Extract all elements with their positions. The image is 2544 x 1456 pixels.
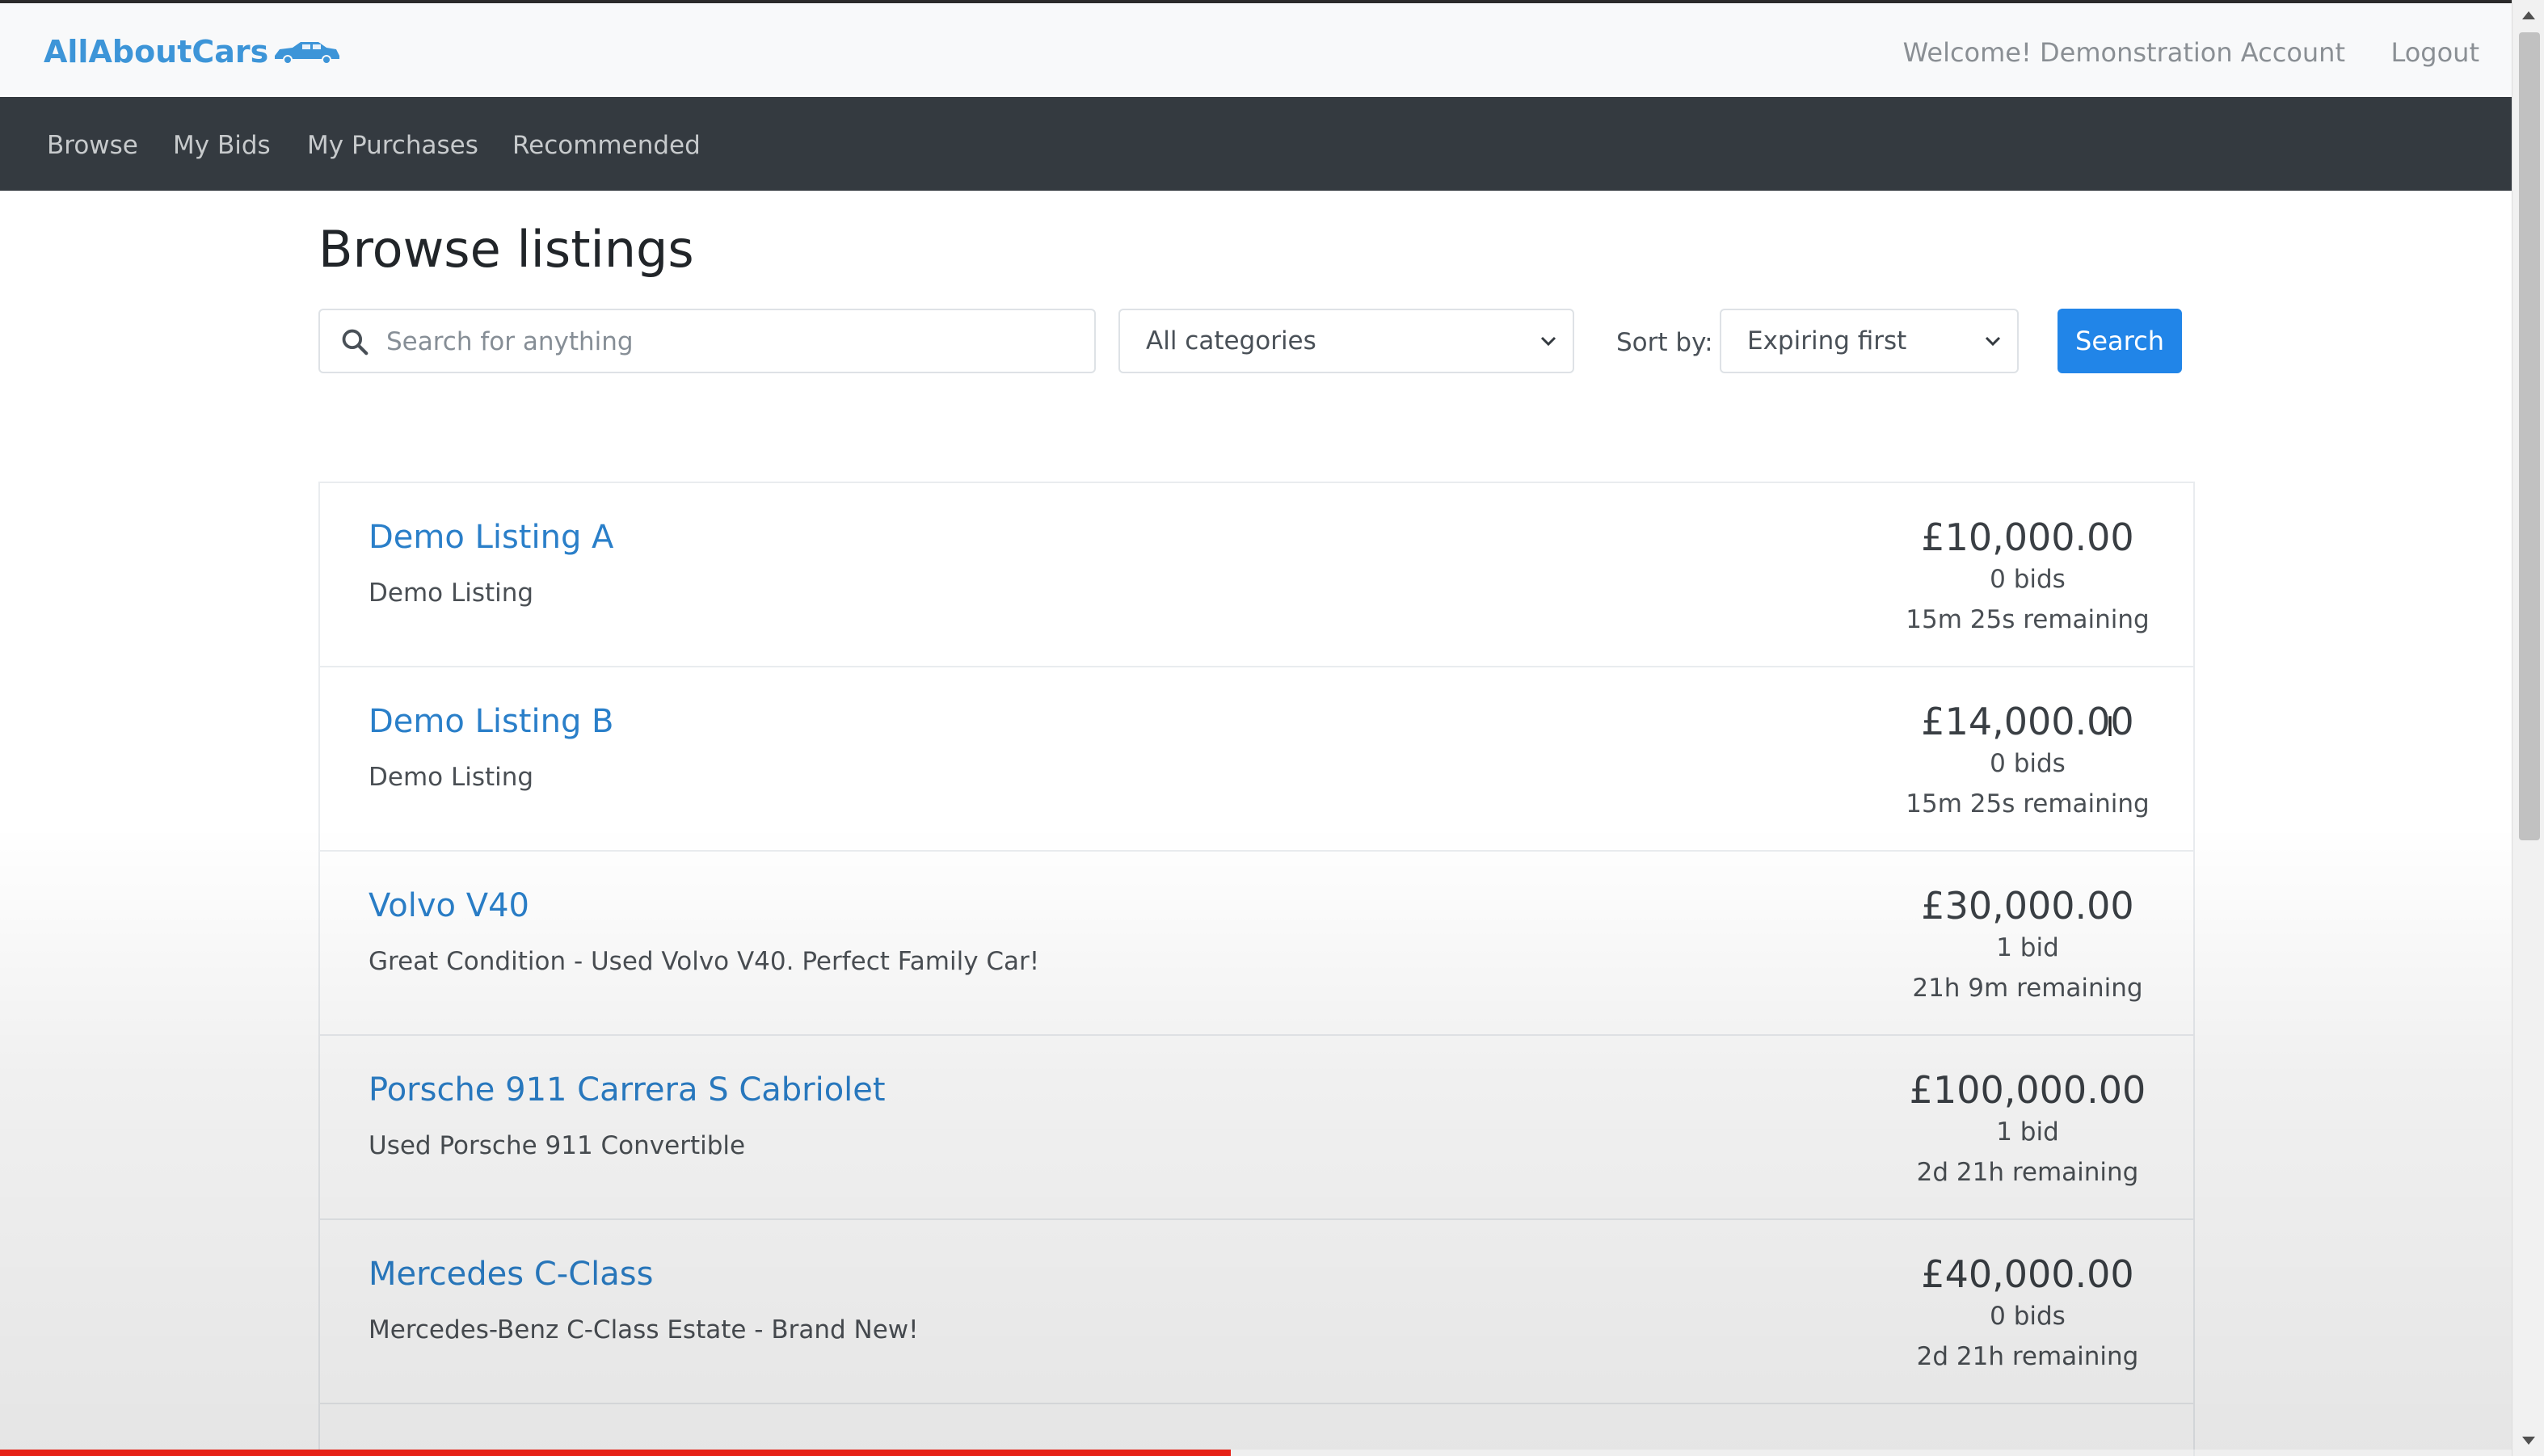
listing-bid-count: 1 bid (1996, 1117, 2059, 1147)
listing-description: Used Porsche 911 Convertible (369, 1131, 746, 1160)
search-icon (342, 329, 369, 356)
listing-summary: £14,000.00 0 bids 15m 25s remaining (1894, 700, 2161, 824)
scroll-down-arrow-icon[interactable] (2522, 1437, 2535, 1445)
search-input[interactable] (385, 310, 1083, 373)
listing-bid-count: 0 bids (1990, 749, 2066, 779)
listing-description: Great Condition - Used Volvo V40. Perfec… (369, 947, 1040, 976)
brand-logo[interactable]: AllAboutCars (44, 34, 341, 69)
listing-time-remaining: 21h 9m remaining (1912, 973, 2143, 1003)
listing-time-remaining: 15m 25s remaining (1906, 604, 2150, 634)
listing-title-link[interactable]: Mercedes C-Class (369, 1256, 653, 1293)
listing-price: £10,000.00 (1921, 515, 2134, 559)
list-item: Volvo V40 Great Condition - Used Volvo V… (318, 850, 2195, 1034)
nav-browse[interactable]: Browse (47, 131, 138, 160)
listing-summary: £30,000.00 1 bid 21h 9m remaining (1894, 884, 2161, 1008)
listing-price: £30,000.00 (1921, 884, 2134, 928)
list-item: Porsche 911 Carrera S Cabriolet Used Por… (318, 1034, 2195, 1218)
main-nav: Browse My Bids My Purchases Recommended (0, 97, 2512, 191)
listing-title-link[interactable]: Volvo V40 (369, 887, 529, 924)
search-button[interactable]: Search (2058, 309, 2182, 373)
video-progress-fill (0, 1450, 1231, 1456)
category-selected-value: All categories (1146, 326, 1316, 356)
category-select[interactable]: All categories (1118, 309, 1574, 373)
listing-price: £14,000.00 (1921, 700, 2134, 743)
top-header: AllAboutCars Welcome! Demonstration Acco… (0, 0, 2512, 95)
listing-price: £40,000.00 (1921, 1252, 2134, 1296)
browser-viewport: AllAboutCars Welcome! Demonstration Acco… (0, 0, 2512, 1456)
page: AllAboutCars Welcome! Demonstration Acco… (0, 0, 2544, 1456)
listing-description: Demo Listing (369, 763, 534, 792)
scroll-up-arrow-icon[interactable] (2522, 11, 2535, 19)
page-title: Browse listings (318, 220, 694, 279)
list-item-partial (318, 1403, 2195, 1456)
listing-summary: £100,000.00 1 bid 2d 21h remaining (1894, 1068, 2161, 1193)
chevron-down-icon (1985, 336, 2001, 347)
listing-time-remaining: 2d 21h remaining (1916, 1157, 2139, 1187)
listing-list: Demo Listing A Demo Listing £10,000.00 0… (318, 482, 2195, 1456)
text-cursor-icon: I (2106, 711, 2115, 743)
nav-recommended[interactable]: Recommended (512, 131, 701, 160)
listing-summary: £40,000.00 0 bids 2d 21h remaining (1894, 1252, 2161, 1377)
listing-description: Mercedes-Benz C-Class Estate - Brand New… (369, 1315, 919, 1344)
listing-title-link[interactable]: Demo Listing A (369, 519, 613, 556)
video-progress-bar[interactable] (0, 1450, 2512, 1456)
scrollbar-thumb[interactable] (2519, 32, 2540, 840)
welcome-message: Welcome! Demonstration Account (1902, 37, 2345, 68)
listing-time-remaining: 2d 21h remaining (1916, 1341, 2139, 1371)
sort-select[interactable]: Expiring first (1720, 309, 2019, 373)
list-item: Demo Listing B Demo Listing £14,000.00 0… (318, 666, 2195, 850)
listing-price: £100,000.00 (1909, 1068, 2146, 1112)
listing-description: Demo Listing (369, 579, 534, 608)
scrollbar[interactable] (2512, 0, 2544, 1456)
listing-title-link[interactable]: Porsche 911 Carrera S Cabriolet (369, 1071, 886, 1109)
chevron-down-icon (1540, 336, 1556, 347)
nav-my-bids[interactable]: My Bids (173, 131, 271, 160)
sort-selected-value: Expiring first (1747, 326, 1907, 356)
car-icon (275, 42, 340, 64)
listing-time-remaining: 15m 25s remaining (1906, 789, 2150, 818)
brand-name: AllAboutCars (44, 34, 269, 69)
listing-bid-count: 1 bid (1996, 933, 2059, 963)
nav-my-purchases[interactable]: My Purchases (307, 131, 478, 160)
logout-link[interactable]: Logout (2390, 37, 2479, 68)
list-item: Mercedes C-Class Mercedes-Benz C-Class E… (318, 1218, 2195, 1403)
listing-bid-count: 0 bids (1990, 1302, 2066, 1332)
listing-summary: £10,000.00 0 bids 15m 25s remaining (1894, 515, 2161, 640)
list-item: Demo Listing A Demo Listing £10,000.00 0… (318, 482, 2195, 666)
listing-bid-count: 0 bids (1990, 565, 2066, 595)
listing-title-link[interactable]: Demo Listing B (369, 703, 614, 740)
sort-label: Sort by: (1616, 328, 1713, 357)
search-field[interactable] (318, 309, 1096, 373)
